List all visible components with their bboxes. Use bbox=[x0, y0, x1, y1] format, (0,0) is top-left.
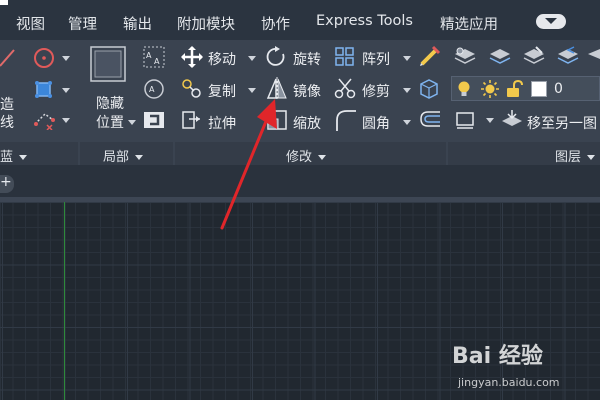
layer-properties-icon[interactable] bbox=[453, 45, 477, 67]
rectangle-icon[interactable] bbox=[33, 79, 55, 101]
circle-icon[interactable] bbox=[32, 46, 56, 70]
file-tab-strip bbox=[0, 165, 600, 198]
hatch-icon[interactable] bbox=[33, 110, 57, 130]
modify-panel-title-text: 修改 bbox=[286, 150, 313, 165]
draw-label-fragment: 线 bbox=[0, 115, 14, 131]
draw-label-fragment: 造 bbox=[0, 97, 14, 113]
layer-state-icon[interactable] bbox=[488, 45, 512, 67]
attribute-sync-icon[interactable]: A bbox=[142, 76, 166, 102]
offset-icon[interactable] bbox=[418, 109, 442, 129]
hide-position-label-line1[interactable]: 隐藏 bbox=[96, 93, 124, 113]
modify-panel-title[interactable]: 修改 bbox=[286, 146, 327, 165]
layer-isolate-icon[interactable] bbox=[588, 45, 600, 67]
array-dropdown-arrow[interactable] bbox=[403, 56, 411, 61]
menu-collaborate[interactable]: 协作 bbox=[261, 13, 290, 34]
svg-text:A: A bbox=[149, 85, 155, 94]
layer-previous-icon[interactable] bbox=[556, 45, 580, 67]
menu-bar: 视图 管理 输出 附加模块 协作 Express Tools 精选应用 bbox=[0, 0, 600, 40]
baidu-logo: Bai 经验 bbox=[452, 344, 543, 369]
new-tab-button[interactable]: + bbox=[0, 174, 14, 193]
trim-icon[interactable] bbox=[334, 77, 356, 99]
menu-featured-apps[interactable]: 精选应用 bbox=[440, 13, 498, 34]
mirror-button[interactable]: 镜像 bbox=[293, 81, 321, 101]
rotate-button[interactable]: 旋转 bbox=[293, 49, 321, 69]
hide-position-icon[interactable] bbox=[88, 44, 130, 86]
chevron-down-icon bbox=[318, 155, 327, 160]
svg-text:A: A bbox=[146, 51, 152, 60]
layers-panel-title-text: 图层 bbox=[555, 150, 582, 165]
svg-text:A: A bbox=[154, 57, 160, 66]
scale-button[interactable]: 缩放 bbox=[293, 113, 321, 133]
trim-button[interactable]: 修剪 bbox=[362, 81, 390, 101]
copy-icon[interactable] bbox=[180, 78, 204, 100]
menu-addons[interactable]: 附加模块 bbox=[177, 13, 235, 34]
layer-on-bulb-icon[interactable] bbox=[456, 80, 472, 98]
y-axis-line bbox=[64, 202, 65, 400]
app-menu-edge[interactable] bbox=[0, 0, 8, 5]
menu-view[interactable]: 视图 bbox=[16, 13, 45, 34]
baidu-watermark: Bai 经验 jingyan.baidu.com bbox=[452, 338, 592, 394]
move-button[interactable]: 移动 bbox=[208, 49, 236, 69]
circle-dropdown-arrow[interactable] bbox=[62, 56, 70, 61]
attribute-text-icon[interactable]: A A bbox=[142, 45, 166, 69]
stretch-icon[interactable] bbox=[181, 109, 203, 131]
layer-dropdown[interactable] bbox=[451, 76, 600, 101]
menu-express-tools[interactable]: Express Tools bbox=[316, 13, 413, 29]
annotation-arrow-icon bbox=[220, 99, 277, 230]
move-to-layer-icon[interactable] bbox=[500, 109, 524, 131]
plus-icon: + bbox=[0, 174, 12, 190]
line-icon[interactable] bbox=[0, 46, 18, 68]
move-icon[interactable] bbox=[181, 46, 203, 68]
move-to-another-layer-button[interactable]: 移至另一图 bbox=[527, 113, 597, 133]
rotate-icon[interactable] bbox=[266, 46, 288, 68]
draw-panel-title[interactable]: 蓝 bbox=[0, 146, 28, 165]
layer-color-swatch[interactable] bbox=[531, 81, 547, 97]
make-current-layer-icon[interactable] bbox=[455, 110, 477, 130]
move-dropdown-arrow[interactable] bbox=[248, 56, 256, 61]
hide-position-label-line2[interactable]: 位置 bbox=[96, 112, 124, 132]
erase-icon[interactable] bbox=[418, 44, 442, 68]
fillet-dropdown-arrow[interactable] bbox=[403, 120, 411, 125]
chevron-down-icon bbox=[135, 155, 144, 160]
draw-panel-title-text: 蓝 bbox=[0, 150, 14, 165]
ribbon-toggle-button[interactable] bbox=[536, 14, 566, 29]
chevron-down-icon bbox=[19, 155, 28, 160]
chevron-down-icon bbox=[545, 18, 557, 24]
trim-dropdown-arrow[interactable] bbox=[403, 88, 411, 93]
menu-manage[interactable]: 管理 bbox=[68, 13, 97, 34]
current-layer-name: 0 bbox=[554, 81, 563, 97]
hide-dropdown-arrow[interactable] bbox=[128, 120, 136, 125]
layer-match-icon[interactable] bbox=[522, 45, 546, 67]
watermark-url: jingyan.baidu.com bbox=[458, 376, 560, 389]
layer-thaw-sun-icon[interactable] bbox=[480, 79, 500, 99]
chevron-down-icon bbox=[587, 155, 596, 160]
layers-panel-title[interactable]: 图层 bbox=[555, 146, 596, 165]
array-icon[interactable] bbox=[335, 47, 355, 67]
explode-3d-box-icon[interactable] bbox=[418, 77, 440, 99]
block-editor-icon[interactable] bbox=[142, 108, 166, 132]
local-panel-title[interactable]: 局部 bbox=[103, 146, 144, 165]
fillet-icon[interactable] bbox=[334, 108, 356, 132]
layer-unlock-icon[interactable] bbox=[504, 79, 524, 99]
rectangle-dropdown-arrow[interactable] bbox=[62, 88, 70, 93]
menu-output[interactable]: 输出 bbox=[123, 13, 152, 34]
layer-tools-dropdown-arrow[interactable] bbox=[486, 118, 494, 123]
hatch-dropdown-arrow[interactable] bbox=[62, 118, 70, 123]
fillet-button[interactable]: 圆角 bbox=[362, 113, 390, 133]
array-button[interactable]: 阵列 bbox=[362, 49, 390, 69]
local-panel-title-text: 局部 bbox=[103, 150, 130, 165]
copy-dropdown-arrow[interactable] bbox=[248, 88, 256, 93]
